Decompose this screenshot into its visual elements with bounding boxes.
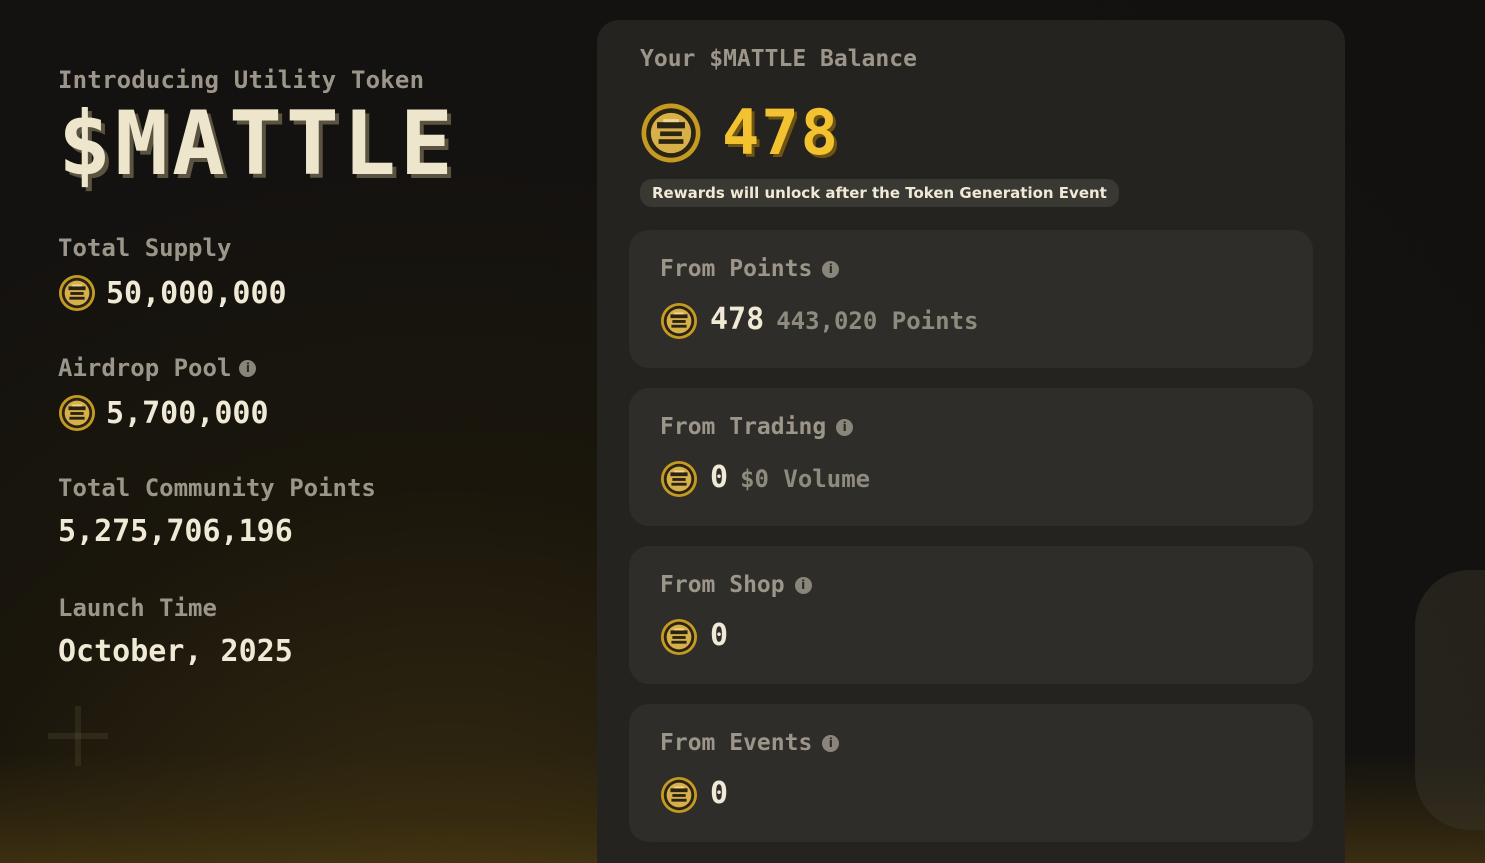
source-card-value-row: 0 bbox=[660, 776, 728, 814]
launch-time-label-text: Launch Time bbox=[58, 594, 217, 622]
token-intro: Introducing Utility Token bbox=[58, 66, 425, 94]
launch-time-value-text: October, 2025 bbox=[58, 634, 293, 669]
source-card-events: From Events i 0 bbox=[629, 704, 1313, 842]
total-supply-label: Total Supply bbox=[58, 234, 287, 262]
mattle-coin-icon bbox=[58, 394, 96, 432]
launch-time-label: Launch Time bbox=[58, 594, 293, 622]
community-points-label-text: Total Community Points bbox=[58, 474, 376, 502]
info-icon[interactable]: i bbox=[822, 260, 840, 278]
community-points-label: Total Community Points bbox=[58, 474, 376, 502]
sparkle-decoration bbox=[48, 706, 108, 766]
source-card-trading: From Trading i 0 $0 Volume bbox=[629, 388, 1313, 526]
total-supply-value-text: 50,000,000 bbox=[106, 275, 287, 311]
airdrop-pool-value: 5,700,000 bbox=[58, 394, 269, 432]
balance-value: 478 bbox=[722, 96, 840, 169]
source-card-shop: From Shop i 0 bbox=[629, 546, 1313, 684]
source-card-value: 0 bbox=[710, 618, 729, 653]
balance-panel: Your $MATTLE Balance 478 Rewards will un… bbox=[597, 20, 1345, 863]
mattle-coin-icon bbox=[58, 274, 96, 312]
balance-label: Your $MATTLE Balance bbox=[640, 46, 917, 72]
source-card-label: From Events i bbox=[660, 730, 840, 756]
mattle-coin-icon bbox=[660, 302, 698, 340]
community-points-stat: Total Community Points 5,275,706,196 bbox=[58, 474, 376, 549]
source-card-label-text: From Shop bbox=[660, 572, 785, 598]
background-bush bbox=[1415, 570, 1485, 830]
total-supply-stat: Total Supply 50,000,000 bbox=[58, 234, 287, 312]
source-card-value-row: 0 bbox=[660, 618, 728, 656]
source-card-label: From Points i bbox=[660, 256, 840, 282]
community-points-value-text: 5,275,706,196 bbox=[58, 514, 293, 549]
source-card-value: 0 bbox=[710, 776, 729, 811]
source-card-label: From Trading i bbox=[660, 414, 854, 440]
source-card-subvalue: $0 Volume bbox=[740, 465, 871, 493]
total-supply-value: 50,000,000 bbox=[58, 274, 287, 312]
source-card-points: From Points i 478 443,020 Points bbox=[629, 230, 1313, 368]
source-card-label-text: From Trading bbox=[660, 414, 827, 440]
source-card-label-text: From Points bbox=[660, 256, 813, 282]
source-card-label: From Shop i bbox=[660, 572, 812, 598]
info-icon[interactable]: i bbox=[822, 734, 840, 752]
source-card-value-row: 0 $0 Volume bbox=[660, 460, 870, 498]
airdrop-pool-value-text: 5,700,000 bbox=[106, 395, 269, 431]
airdrop-pool-stat: Airdrop Pool i 5,700,000 bbox=[58, 354, 269, 432]
source-card-value: 0 bbox=[710, 460, 729, 495]
mattle-coin-icon bbox=[660, 618, 698, 656]
token-name-title: $MATTLE bbox=[58, 92, 457, 195]
source-card-subvalue: 443,020 Points bbox=[776, 307, 979, 335]
mattle-coin-icon bbox=[640, 102, 702, 164]
airdrop-pool-label: Airdrop Pool i bbox=[58, 354, 269, 382]
launch-time-value: October, 2025 bbox=[58, 634, 293, 669]
source-card-label-text: From Events bbox=[660, 730, 813, 756]
source-card-value-row: 478 443,020 Points bbox=[660, 302, 978, 340]
info-icon[interactable]: i bbox=[794, 576, 812, 594]
community-points-value: 5,275,706,196 bbox=[58, 514, 376, 549]
token-overview: Introducing Utility Token $MATTLE Total … bbox=[58, 66, 558, 669]
total-supply-label-text: Total Supply bbox=[58, 234, 232, 262]
source-card-value: 478 bbox=[710, 302, 765, 337]
balance-row: 478 bbox=[640, 96, 840, 169]
airdrop-pool-label-text: Airdrop Pool bbox=[58, 354, 232, 382]
info-icon[interactable]: i bbox=[836, 418, 854, 436]
unlock-notice-badge: Rewards will unlock after the Token Gene… bbox=[640, 179, 1119, 207]
launch-time-stat: Launch Time October, 2025 bbox=[58, 594, 293, 669]
info-icon[interactable]: i bbox=[239, 359, 257, 377]
mattle-coin-icon bbox=[660, 776, 698, 814]
mattle-coin-icon bbox=[660, 460, 698, 498]
